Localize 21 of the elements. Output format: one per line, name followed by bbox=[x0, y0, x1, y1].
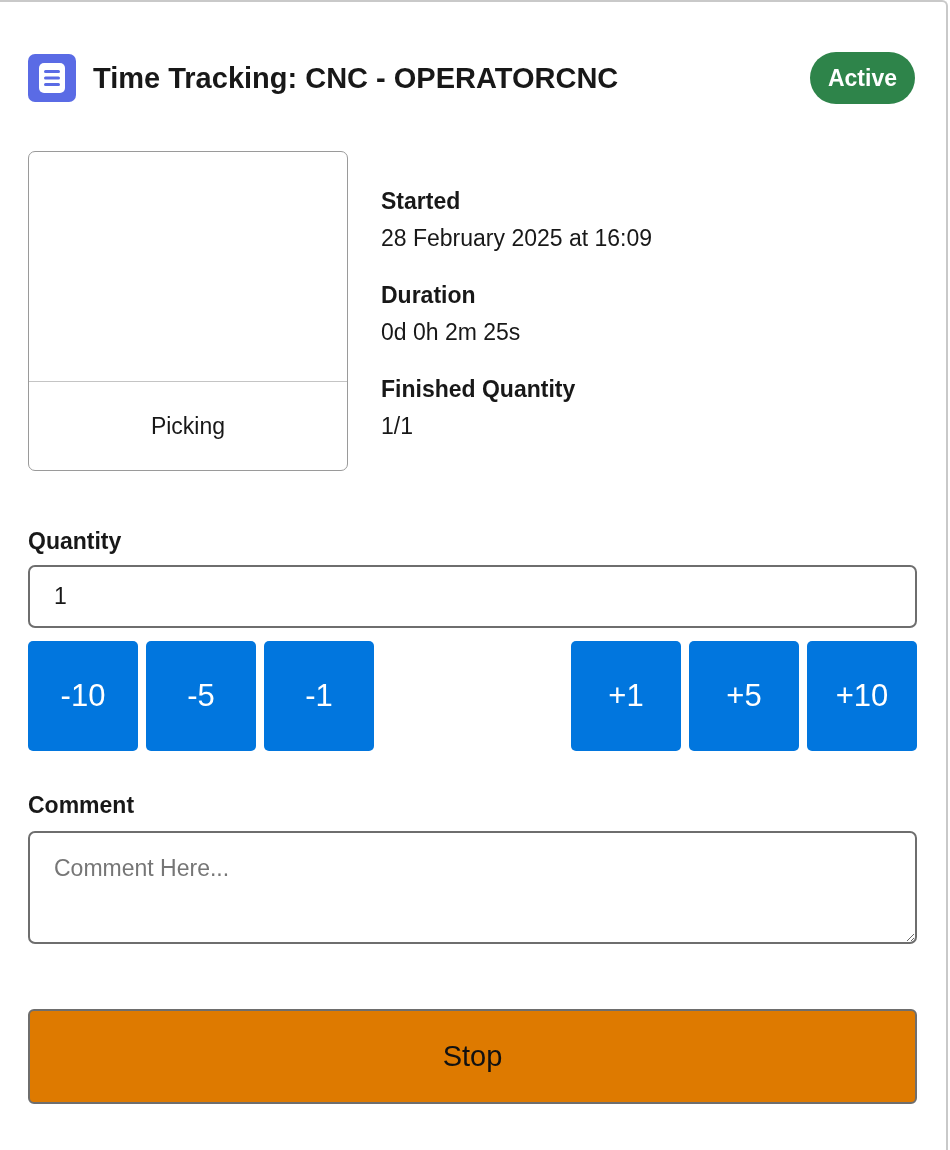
adjust-quantity-button[interactable]: +1 bbox=[571, 641, 681, 751]
detail-label: Started bbox=[381, 187, 462, 216]
adjust-quantity-button[interactable]: -5 bbox=[146, 641, 256, 751]
status-badge: Active bbox=[809, 52, 915, 104]
adjust-quantity-button[interactable]: +10 bbox=[807, 641, 917, 751]
document-icon bbox=[28, 54, 76, 102]
stop-button[interactable]: Stop bbox=[28, 1009, 917, 1104]
adjust-quantity-button[interactable]: -1 bbox=[264, 641, 374, 751]
detail-value: 0d 0h 2m 25s bbox=[381, 318, 522, 347]
quantity-input[interactable]: 1 bbox=[28, 565, 917, 628]
detail-label: Duration bbox=[381, 281, 477, 310]
adjust-quantity-button[interactable]: +5 bbox=[689, 641, 799, 751]
detail-value: 1/1 bbox=[381, 412, 414, 441]
page-title: Time Tracking: CNC - OPERATORCNC bbox=[93, 61, 619, 95]
comment-field[interactable]: Comment Here... bbox=[28, 831, 917, 944]
comment-label: Comment bbox=[28, 791, 136, 819]
quantity-label: Quantity bbox=[28, 527, 123, 555]
detail-value: 28 February 2025 at 16:09 bbox=[381, 224, 653, 253]
adjust-quantity-button[interactable]: -10 bbox=[28, 641, 138, 751]
step-label: Picking bbox=[150, 412, 226, 440]
detail-label: Finished Quantity bbox=[381, 375, 577, 404]
